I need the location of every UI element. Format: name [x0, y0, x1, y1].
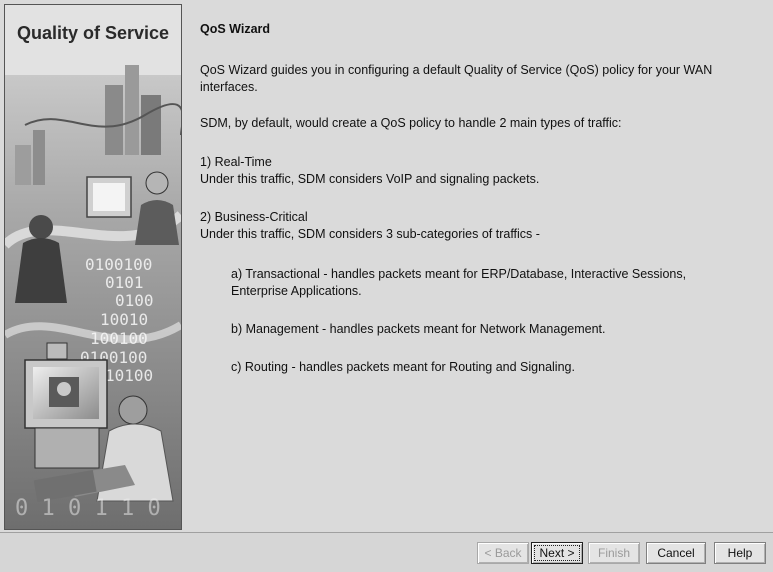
back-button[interactable]: < Back — [477, 542, 529, 564]
wizard-title: QoS Wizard — [200, 22, 271, 36]
svg-text:0101: 0101 — [105, 273, 144, 292]
wizard-content: QoS Wizard QoS Wizard guides you in conf… — [188, 4, 768, 530]
default-policy-text: SDM, by default, would create a QoS poli… — [200, 116, 622, 130]
intro-text: QoS Wizard guides you in configuring a d… — [200, 63, 713, 94]
cancel-button[interactable]: Cancel — [646, 542, 706, 564]
help-button[interactable]: Help — [714, 542, 766, 564]
realtime-heading: 1) Real-Time — [200, 155, 272, 169]
svg-text:10010: 10010 — [100, 310, 148, 329]
next-button[interactable]: Next > — [531, 542, 583, 564]
business-critical-description: Under this traffic, SDM considers 3 sub-… — [200, 227, 540, 241]
svg-text:100100: 100100 — [90, 329, 148, 348]
banner-panel: 0100100 0101 0100 10010 100100 0100100 1… — [4, 4, 182, 530]
subcategory-management: b) Management - handles packets meant fo… — [231, 322, 606, 336]
subcategory-transactional: a) Transactional - handles packets meant… — [231, 267, 687, 298]
finish-button[interactable]: Finish — [588, 542, 640, 564]
subcategory-routing: c) Routing - handles packets meant for R… — [231, 360, 575, 374]
banner-title: Quality of Service — [16, 23, 170, 43]
realtime-description: Under this traffic, SDM considers VoIP a… — [200, 172, 540, 186]
business-critical-heading: 2) Business-Critical — [200, 210, 308, 224]
svg-text:10100: 10100 — [105, 366, 153, 385]
button-bar: < Back Next > Finish Cancel Help — [0, 533, 773, 572]
svg-text:0 1 0 1 1 0: 0 1 0 1 1 0 — [15, 496, 161, 521]
qos-wizard-window: 0100100 0101 0100 10010 100100 0100100 1… — [0, 0, 773, 572]
svg-text:0100: 0100 — [115, 291, 154, 310]
binary-decoration: 0100100 — [85, 255, 152, 274]
banner-illustration: 0100100 0101 0100 10010 100100 0100100 1… — [5, 5, 181, 529]
